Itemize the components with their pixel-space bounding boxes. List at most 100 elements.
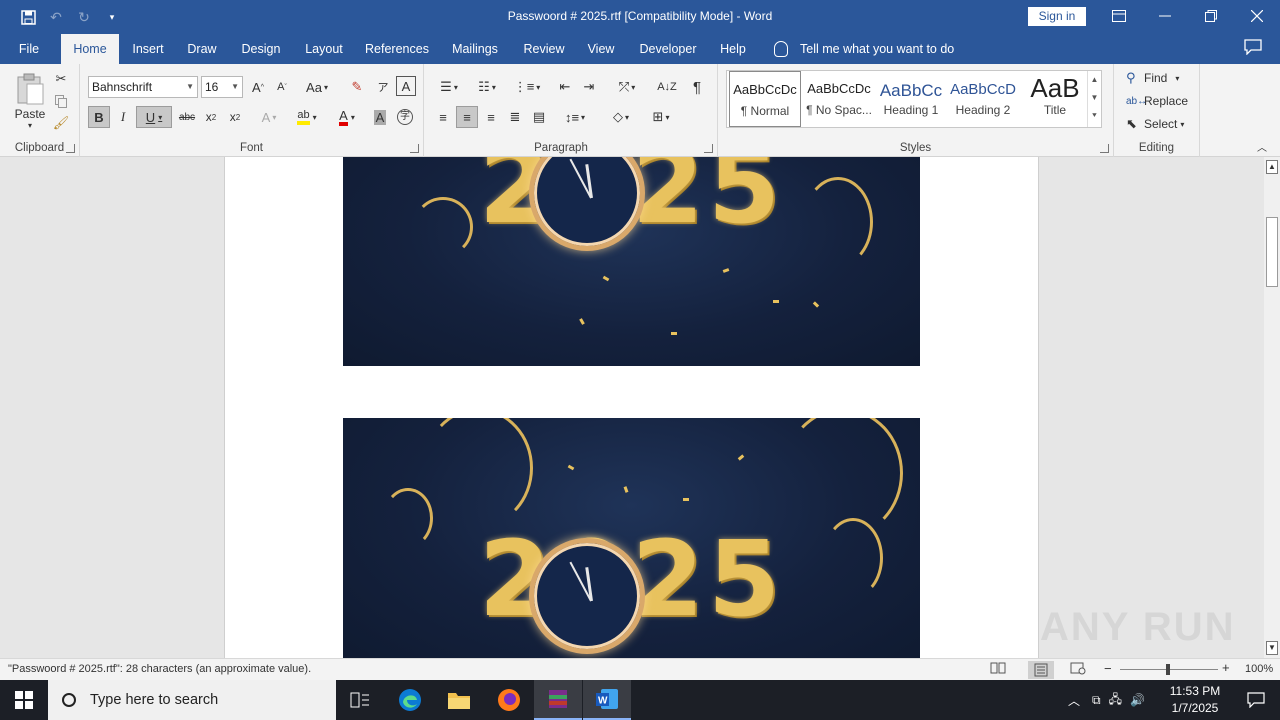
enclose-characters-icon[interactable]: 字 xyxy=(394,106,416,128)
underline-button[interactable]: U ▾ xyxy=(136,106,172,128)
show-hidden-icons-icon[interactable]: ︿ xyxy=(1068,692,1080,709)
styles-launcher-icon[interactable] xyxy=(1100,144,1109,153)
print-layout-icon[interactable] xyxy=(1028,661,1054,679)
firefox-icon[interactable] xyxy=(485,680,533,720)
scroll-down-icon[interactable]: ▼ xyxy=(1266,641,1278,655)
new-year-image-2[interactable]: 2025 xyxy=(343,418,920,658)
style-heading-1[interactable]: AaBbCc Heading 1 xyxy=(875,71,947,127)
multilevel-list-icon[interactable]: ⋮≡ ▾ xyxy=(510,76,544,98)
save-icon[interactable] xyxy=(14,3,42,31)
line-spacing-icon[interactable]: ↕≡ ▾ xyxy=(558,106,592,128)
redo-icon[interactable]: ↻ xyxy=(70,3,98,31)
undo-icon[interactable]: ↶ xyxy=(42,3,70,31)
text-effects-icon[interactable]: A ▾ xyxy=(254,106,284,128)
phonetic-guide-icon[interactable]: ア xyxy=(372,76,394,98)
word-icon[interactable]: W xyxy=(583,680,631,720)
highlight-color-button[interactable]: ab ▾ xyxy=(290,106,324,128)
sign-in-button[interactable]: Sign in xyxy=(1028,7,1086,26)
change-case-button[interactable]: Aa ▾ xyxy=(300,76,334,98)
document-area[interactable]: 2025 2025 ANY RUN xyxy=(0,157,1264,658)
numbering-icon[interactable]: ☷ ▾ xyxy=(470,76,504,98)
paste-button[interactable]: Paste ▾ xyxy=(10,68,50,134)
scroll-thumb[interactable] xyxy=(1266,217,1278,287)
file-explorer-icon[interactable] xyxy=(435,680,483,720)
tab-insert[interactable]: Insert xyxy=(126,34,170,64)
styles-up-icon[interactable]: ▲ xyxy=(1088,71,1101,89)
tab-view[interactable]: View xyxy=(583,34,619,64)
character-border-icon[interactable]: A xyxy=(396,76,416,96)
font-size-combo[interactable]: 16 ▼ xyxy=(201,76,243,98)
taskbar-time[interactable]: 11:53 PM xyxy=(1165,684,1225,698)
format-painter-icon[interactable]: 🖌 xyxy=(52,114,70,132)
collapse-ribbon-icon[interactable]: ︿ xyxy=(1254,139,1270,154)
edge-icon[interactable] xyxy=(386,680,434,720)
zoom-slider-thumb[interactable] xyxy=(1166,664,1170,675)
replace-button[interactable]: ab↔ Replace xyxy=(1126,91,1188,111)
increase-indent-icon[interactable]: ⇥ xyxy=(578,76,600,98)
tell-me-box[interactable]: Tell me what you want to do xyxy=(774,34,954,64)
font-name-combo[interactable]: Bahnschrift ▼ xyxy=(88,76,198,98)
shrink-font-icon[interactable]: Aˇ xyxy=(272,76,292,98)
tab-mailings[interactable]: Mailings xyxy=(448,34,502,64)
taskbar-search-box[interactable]: Type here to search xyxy=(48,680,336,720)
style-heading-2[interactable]: AaBbCcD Heading 2 xyxy=(947,71,1019,127)
character-shading-icon[interactable]: A xyxy=(370,106,390,128)
network-icon[interactable]: 🖧 xyxy=(1109,690,1122,711)
winrar-icon[interactable] xyxy=(534,680,582,720)
styles-scroll[interactable]: ▲ ▼ ⯆ xyxy=(1087,71,1101,127)
style-normal[interactable]: AaBbCcDc ¶ Normal xyxy=(729,71,801,127)
tab-draw[interactable]: Draw xyxy=(182,34,222,64)
windows-start-icon[interactable] xyxy=(0,680,48,720)
tab-home[interactable]: Home xyxy=(61,34,119,64)
zoom-out-icon[interactable]: − xyxy=(1104,661,1112,676)
close-button[interactable] xyxy=(1234,0,1280,32)
tab-file[interactable]: File xyxy=(8,34,50,64)
align-left-icon[interactable]: ≡ xyxy=(432,106,454,128)
tab-help[interactable]: Help xyxy=(716,34,750,64)
grow-font-icon[interactable]: A ^ xyxy=(248,76,268,98)
comments-icon[interactable] xyxy=(1244,39,1266,59)
restore-button[interactable] xyxy=(1188,0,1234,32)
volume-icon[interactable]: 🔊 xyxy=(1130,693,1145,707)
find-button[interactable]: ⚲ Find ▾ xyxy=(1126,68,1179,88)
justify-icon[interactable]: ≣ xyxy=(504,106,526,128)
network-device-icon[interactable]: ⧉ xyxy=(1092,693,1101,708)
read-mode-icon[interactable] xyxy=(990,661,1010,679)
notifications-icon[interactable] xyxy=(1232,680,1280,720)
tab-design[interactable]: Design xyxy=(236,34,286,64)
styles-down-icon[interactable]: ▼ xyxy=(1088,89,1101,107)
clear-formatting-icon[interactable]: ✎ xyxy=(346,76,368,98)
decrease-indent-icon[interactable]: ⇤ xyxy=(554,76,576,98)
distributed-icon[interactable]: ▤ xyxy=(528,106,550,128)
tab-layout[interactable]: Layout xyxy=(300,34,348,64)
align-center-icon[interactable]: ≡ xyxy=(456,106,478,128)
zoom-in-icon[interactable]: + xyxy=(1222,660,1230,675)
borders-icon[interactable]: ⊞ ▾ xyxy=(644,106,678,128)
shading-icon[interactable]: ◇ ▾ xyxy=(604,106,638,128)
vertical-scrollbar[interactable]: ▲ ▼ xyxy=(1264,157,1280,658)
font-launcher-icon[interactable] xyxy=(410,144,419,153)
tab-references[interactable]: References xyxy=(363,34,431,64)
minimize-button[interactable] xyxy=(1142,0,1188,32)
superscript-button[interactable]: x2 xyxy=(224,106,246,128)
copy-icon[interactable] xyxy=(52,92,70,110)
show-formatting-marks-icon[interactable]: ¶ xyxy=(686,76,708,98)
select-button[interactable]: ⬉ Select ▾ xyxy=(1126,114,1184,134)
tab-developer[interactable]: Developer xyxy=(635,34,701,64)
bullets-icon[interactable]: ☰ ▾ xyxy=(432,76,466,98)
scroll-up-icon[interactable]: ▲ xyxy=(1266,160,1278,174)
italic-button[interactable]: I xyxy=(112,106,134,128)
clipboard-launcher-icon[interactable] xyxy=(66,144,75,153)
taskbar-date[interactable]: 1/7/2025 xyxy=(1165,701,1225,715)
ribbon-display-options-icon[interactable] xyxy=(1096,0,1142,32)
asian-layout-icon[interactable]: ⤱ ▾ xyxy=(610,76,644,98)
new-year-image-1[interactable]: 2025 xyxy=(343,157,920,366)
subscript-button[interactable]: x2 xyxy=(200,106,222,128)
sort-icon[interactable]: A↓Z xyxy=(656,76,678,98)
paragraph-launcher-icon[interactable] xyxy=(704,144,713,153)
style-title[interactable]: AaB Title xyxy=(1019,71,1091,127)
zoom-level[interactable]: 100% xyxy=(1245,663,1273,675)
font-color-button[interactable]: A ▾ xyxy=(330,106,364,128)
style-no-spacing[interactable]: AaBbCcDc ¶ No Spac... xyxy=(803,71,875,127)
strikethrough-button[interactable]: abc xyxy=(176,106,198,128)
